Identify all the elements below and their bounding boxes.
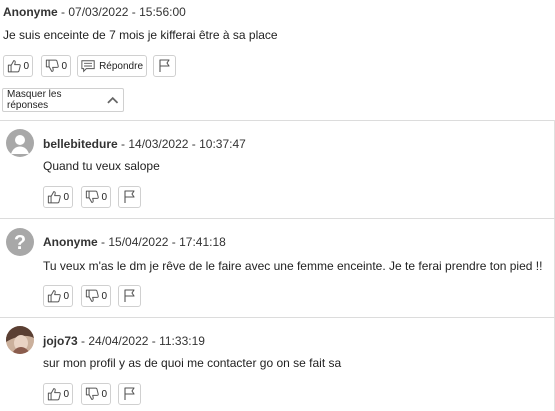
dislike-button[interactable]: 0 — [81, 186, 111, 208]
comment-icon — [81, 60, 95, 73]
divider — [0, 218, 555, 219]
like-count: 0 — [63, 290, 69, 302]
top-comment-header: Anonyme - 07/03/2022 - 15:56:00 — [3, 5, 186, 19]
report-button[interactable] — [118, 285, 141, 307]
dislike-button[interactable]: 0 — [81, 383, 111, 405]
hide-replies-label: Masquer les réponses — [7, 89, 62, 111]
dislike-button[interactable]: 0 — [81, 285, 111, 307]
flag-icon — [124, 289, 135, 302]
reply-author: jojo73 — [43, 334, 78, 348]
question-mark-icon: ? — [14, 232, 26, 254]
reply-text: sur mon profil y as de quoi me contacter… — [43, 356, 342, 370]
like-button[interactable]: 0 — [43, 186, 73, 208]
comment-author: Anonyme — [3, 5, 58, 19]
flag-icon — [124, 387, 135, 400]
reply-date: 24/04/2022 - 11:33:19 — [88, 334, 205, 348]
dislike-count: 0 — [61, 60, 67, 72]
chevron-up-icon — [106, 96, 118, 104]
flag-icon — [159, 59, 170, 72]
thumbs-down-icon — [85, 190, 99, 203]
avatar — [6, 326, 34, 354]
comment-text: Je suis enceinte de 7 mois je kifferai ê… — [3, 28, 278, 42]
avatar — [6, 129, 34, 157]
report-button[interactable] — [153, 55, 176, 77]
reply-author: Anonyme — [43, 235, 98, 249]
thumbs-down-icon — [45, 59, 59, 72]
thumbs-up-icon — [47, 191, 61, 204]
like-button[interactable]: 0 — [3, 55, 33, 77]
divider — [0, 120, 555, 121]
like-count: 0 — [23, 60, 29, 72]
reply-date: 14/03/2022 - 10:37:47 — [128, 137, 246, 151]
thumbs-up-icon — [47, 388, 61, 401]
report-button[interactable] — [118, 186, 141, 208]
avatar: ? — [6, 228, 34, 256]
reply-label: Répondre — [99, 60, 143, 72]
dislike-count: 0 — [101, 290, 107, 302]
report-button[interactable] — [118, 383, 141, 405]
like-button[interactable]: 0 — [43, 285, 73, 307]
reply-header: jojo73 - 24/04/2022 - 11:33:19 — [43, 334, 205, 348]
hide-replies-toggle[interactable]: Masquer les réponses — [2, 88, 124, 112]
reply-text: Tu veux m'as le dm je rêve de le faire a… — [43, 259, 543, 273]
thumbs-down-icon — [85, 289, 99, 302]
flag-icon — [124, 190, 135, 203]
thumbs-up-icon — [7, 60, 21, 73]
reply-date: 15/04/2022 - 17:41:18 — [108, 235, 226, 249]
dislike-count: 0 — [101, 191, 107, 203]
thumbs-up-icon — [47, 290, 61, 303]
like-button[interactable]: 0 — [43, 383, 73, 405]
thumbs-down-icon — [85, 387, 99, 400]
profile-photo-icon — [6, 326, 34, 354]
svg-text:?: ? — [14, 232, 26, 254]
reply-header: bellebitedure - 14/03/2022 - 10:37:47 — [43, 137, 246, 151]
reply-author: bellebitedure — [43, 137, 118, 151]
like-count: 0 — [63, 191, 69, 203]
user-silhouette-icon — [11, 135, 29, 154]
reply-button[interactable]: Répondre — [77, 55, 147, 77]
like-count: 0 — [63, 388, 69, 400]
dislike-button[interactable]: 0 — [41, 55, 71, 77]
comment-date: 07/03/2022 - 15:56:00 — [68, 5, 186, 19]
dislike-count: 0 — [101, 388, 107, 400]
reply-header: Anonyme - 15/04/2022 - 17:41:18 — [43, 235, 226, 249]
reply-text: Quand tu veux salope — [43, 159, 160, 173]
divider — [0, 317, 555, 318]
